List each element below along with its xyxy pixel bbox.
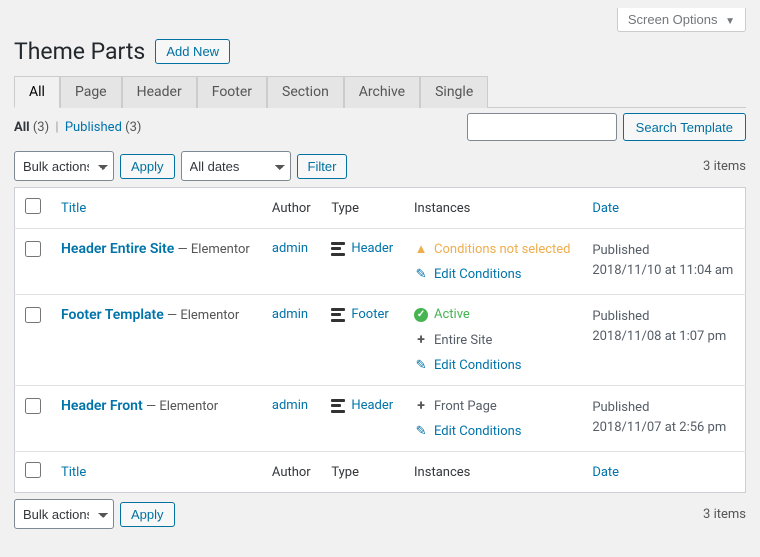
plus-icon: + — [414, 332, 428, 348]
date-word: Published — [592, 309, 649, 324]
instance-link[interactable]: Edit Conditions — [434, 267, 522, 282]
row-checkbox[interactable] — [25, 307, 41, 323]
type-link[interactable]: Footer — [351, 307, 388, 322]
search-input[interactable] — [467, 113, 617, 141]
tab-page[interactable]: Page — [60, 76, 122, 108]
select-all-checkbox[interactable] — [25, 198, 41, 214]
bulk-actions-select[interactable]: Bulk actions — [14, 151, 114, 181]
check-circle-icon: ✓ — [414, 308, 428, 322]
col-date-foot[interactable]: Date — [592, 465, 619, 480]
col-type: Type — [321, 188, 404, 229]
search-button[interactable]: Search Template — [623, 113, 746, 141]
items-count-top: 3 items — [703, 159, 746, 174]
row-title-link[interactable]: Header Entire Site — [61, 241, 174, 257]
type-link[interactable]: Header — [351, 398, 393, 413]
page-title: Theme Parts — [14, 38, 145, 65]
tab-archive[interactable]: Archive — [344, 76, 420, 108]
filter-published-link[interactable]: Published — [65, 120, 122, 135]
warning-icon: ▲ — [414, 241, 428, 257]
date-filter-select[interactable]: All dates — [181, 151, 291, 181]
row-title-link[interactable]: Footer Template — [61, 307, 164, 323]
row-builder-sep: — Elementor — [167, 308, 239, 323]
table-row: Header Entire Site — Elementor admin Hea… — [15, 229, 746, 295]
row-builder-sep: — Elementor — [146, 399, 218, 414]
pencil-icon: ✎ — [414, 424, 428, 439]
filter-button[interactable]: Filter — [297, 154, 348, 179]
screen-options-button[interactable]: Screen Options ▼ — [617, 8, 746, 32]
items-count-bottom: 3 items — [703, 507, 746, 522]
instance-text: Conditions not selected — [434, 242, 571, 257]
col-instances: Instances — [404, 188, 582, 229]
add-new-button[interactable]: Add New — [155, 39, 230, 64]
chevron-down-icon: ▼ — [725, 16, 735, 27]
tab-section[interactable]: Section — [267, 76, 344, 108]
filter-published-count: (3) — [125, 120, 141, 135]
bulk-actions-select-bottom[interactable]: Bulk actions — [14, 499, 114, 529]
date-full: 2018/11/08 at 1:07 pm — [592, 329, 726, 344]
instance-text: Entire Site — [434, 333, 492, 348]
screen-options-label: Screen Options — [628, 12, 718, 27]
col-instances-foot: Instances — [404, 452, 582, 493]
instance-text: Front Page — [434, 399, 497, 414]
instance-link[interactable]: Edit Conditions — [434, 424, 522, 439]
pencil-icon: ✎ — [414, 358, 428, 373]
select-all-checkbox-bottom[interactable] — [25, 462, 41, 478]
row-checkbox[interactable] — [25, 398, 41, 414]
table-row: Header Front — Elementor admin Header + … — [15, 386, 746, 452]
plus-icon: + — [414, 398, 428, 414]
col-date[interactable]: Date — [592, 201, 619, 216]
templates-table: Title Author Type Instances Date Header … — [14, 187, 746, 493]
filter-all-label: All — [14, 120, 30, 135]
tab-all[interactable]: All — [14, 76, 60, 108]
elementor-icon — [331, 242, 345, 256]
col-author-foot: Author — [262, 452, 321, 493]
date-word: Published — [592, 400, 649, 415]
date-full: 2018/11/10 at 11:04 am — [592, 263, 733, 278]
elementor-icon — [331, 308, 345, 322]
col-type-foot: Type — [321, 452, 404, 493]
tab-header[interactable]: Header — [122, 76, 197, 108]
date-full: 2018/11/07 at 2:56 pm — [592, 420, 726, 435]
col-title[interactable]: Title — [61, 201, 86, 216]
tab-footer[interactable]: Footer — [197, 76, 267, 108]
col-title-foot[interactable]: Title — [61, 465, 86, 480]
apply-bulk-button[interactable]: Apply — [120, 154, 175, 179]
instance-link[interactable]: Edit Conditions — [434, 358, 522, 373]
author-link[interactable]: admin — [272, 307, 308, 322]
author-link[interactable]: admin — [272, 241, 308, 256]
tab-single[interactable]: Single — [420, 76, 488, 108]
filter-all-count: (3) — [33, 120, 49, 135]
date-word: Published — [592, 243, 649, 258]
row-builder-sep: — Elementor — [178, 242, 250, 257]
pencil-icon: ✎ — [414, 267, 428, 282]
type-link[interactable]: Header — [351, 241, 393, 256]
table-row: Footer Template — Elementor admin Footer… — [15, 295, 746, 386]
row-checkbox[interactable] — [25, 241, 41, 257]
elementor-icon — [331, 399, 345, 413]
instance-text: Active — [434, 307, 470, 322]
col-author: Author — [262, 188, 321, 229]
apply-bulk-button-bottom[interactable]: Apply — [120, 502, 175, 527]
row-title-link[interactable]: Header Front — [61, 398, 143, 414]
author-link[interactable]: admin — [272, 398, 308, 413]
